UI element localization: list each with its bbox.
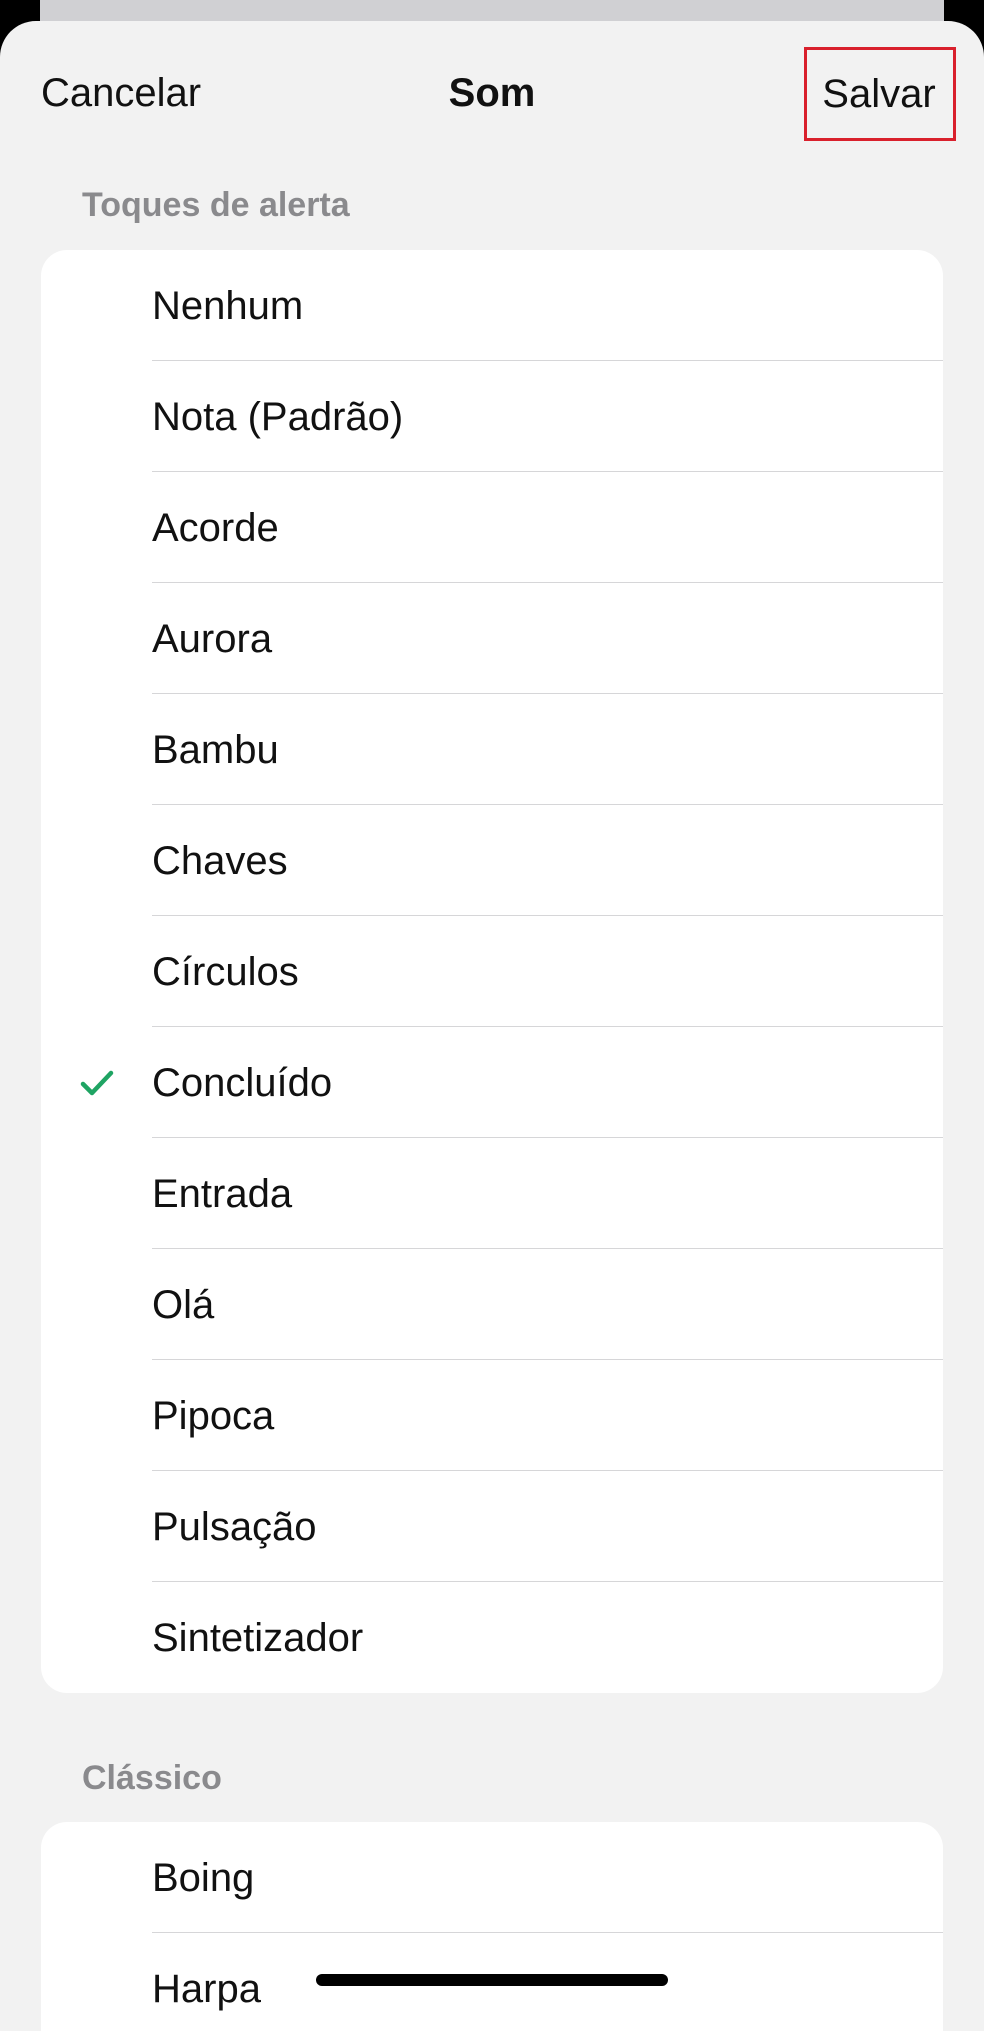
list-item-label: Acorde — [152, 505, 279, 550]
list-item-label: Olá — [152, 1282, 215, 1327]
list-item-label: Harpa — [152, 1966, 261, 2011]
list-item-label: Pipoca — [152, 1393, 275, 1438]
list-item-label: Chaves — [152, 838, 288, 883]
list-item[interactable]: Pipoca — [41, 1360, 943, 1471]
list-item[interactable]: Acorde — [41, 472, 943, 583]
classic-tones-list: Boing Harpa — [41, 1822, 943, 2031]
list-item-label: Nenhum — [152, 283, 304, 328]
save-button[interactable]: Salvar — [804, 47, 956, 141]
list-item[interactable]: Nenhum — [41, 250, 943, 361]
checkmark-icon — [80, 1070, 114, 1096]
section-header-alert-tones: Toques de alerta — [82, 186, 350, 224]
list-item-label: Sintetizador — [152, 1615, 364, 1660]
list-item[interactable]: Sintetizador — [41, 1582, 943, 1693]
list-item-label: Boing — [152, 1855, 255, 1900]
sound-picker-sheet: Cancelar Som Salvar Toques de alerta Nen… — [0, 21, 984, 2031]
list-item-label: Bambu — [152, 727, 279, 772]
section-header-classic: Clássico — [82, 1759, 222, 1797]
list-item[interactable]: Entrada — [41, 1138, 943, 1249]
list-item[interactable]: Bambu — [41, 694, 943, 805]
list-item[interactable]: Concluído — [41, 1027, 943, 1138]
list-item[interactable]: Nota (Padrão) — [41, 361, 943, 472]
list-item-label: Nota (Padrão) — [152, 394, 404, 439]
list-item[interactable]: Pulsação — [41, 1471, 943, 1582]
navigation-bar: Cancelar Som Salvar — [0, 21, 984, 166]
list-item-label: Concluído — [152, 1060, 333, 1105]
list-item[interactable]: Aurora — [41, 583, 943, 694]
list-item-label: Aurora — [152, 616, 273, 661]
list-item-label: Entrada — [152, 1171, 293, 1216]
list-item[interactable]: Círculos — [41, 916, 943, 1027]
list-item-label: Pulsação — [152, 1504, 317, 1549]
list-item[interactable]: Olá — [41, 1249, 943, 1360]
save-button-label: Salvar — [822, 71, 936, 116]
alert-tones-list: Nenhum Nota (Padrão) Acorde Aurora Bambu Chav… — [41, 250, 943, 1693]
list-item[interactable]: Boing — [41, 1822, 943, 1933]
home-indicator — [316, 1974, 668, 1986]
list-item[interactable]: Chaves — [41, 805, 943, 916]
list-item-label: Círculos — [152, 949, 299, 994]
